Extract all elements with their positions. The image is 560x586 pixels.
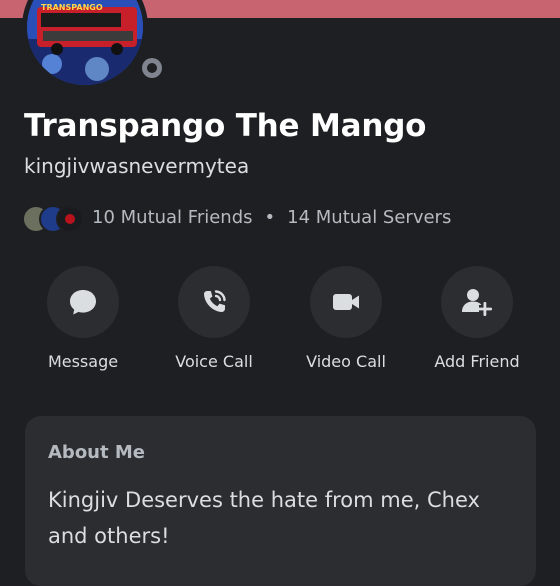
avatar-image: TRANSPANGO xyxy=(27,0,143,85)
avatar[interactable]: TRANSPANGO xyxy=(22,0,148,90)
profile-actions: Message Voice Call Video Call Add Friend xyxy=(0,266,560,386)
offline-status-icon xyxy=(142,58,162,78)
voice-call-label: Voice Call xyxy=(175,352,253,371)
mutual-avatar-3 xyxy=(56,205,84,233)
video-camera-icon xyxy=(333,294,359,310)
about-me-text: Kingjiv Deserves the hate from me, Chex … xyxy=(48,488,480,548)
phone-icon xyxy=(204,290,226,312)
message-button-circle[interactable] xyxy=(47,266,119,338)
message-label: Message xyxy=(47,352,119,371)
display-name: Transpango The Mango xyxy=(24,108,427,144)
add-friend-button[interactable]: Add Friend xyxy=(417,266,537,371)
voice-call-button[interactable]: Voice Call xyxy=(154,266,274,371)
video-call-button-circle[interactable] xyxy=(310,266,382,338)
status-indicator xyxy=(135,51,169,85)
mutual-servers-count[interactable]: 14 Mutual Servers xyxy=(287,207,451,228)
about-me-title: About Me xyxy=(48,442,145,463)
add-friend-icon xyxy=(462,289,492,316)
voice-call-button-circle[interactable] xyxy=(178,266,250,338)
message-button[interactable]: Message xyxy=(23,266,143,371)
add-friend-button-circle[interactable] xyxy=(441,266,513,338)
username[interactable]: kingjivwasnevermytea xyxy=(24,154,249,178)
mutual-friends-count[interactable]: 10 Mutual Friends xyxy=(92,207,253,228)
mutuals-row[interactable]: 10 Mutual Friends • 14 Mutual Servers xyxy=(22,202,451,233)
add-friend-label: Add Friend xyxy=(434,352,520,371)
avatar-bus-text: TRANSPANGO xyxy=(41,3,103,12)
mutual-friends-avatars xyxy=(22,203,84,233)
about-me-card: About Me Kingjiv Deserves the hate from … xyxy=(25,416,536,586)
separator-dot: • xyxy=(264,206,276,228)
avatar-container[interactable]: TRANSPANGO xyxy=(22,0,169,90)
video-call-button[interactable]: Video Call xyxy=(286,266,406,371)
video-call-label: Video Call xyxy=(306,352,386,371)
chat-bubble-icon xyxy=(70,290,96,315)
